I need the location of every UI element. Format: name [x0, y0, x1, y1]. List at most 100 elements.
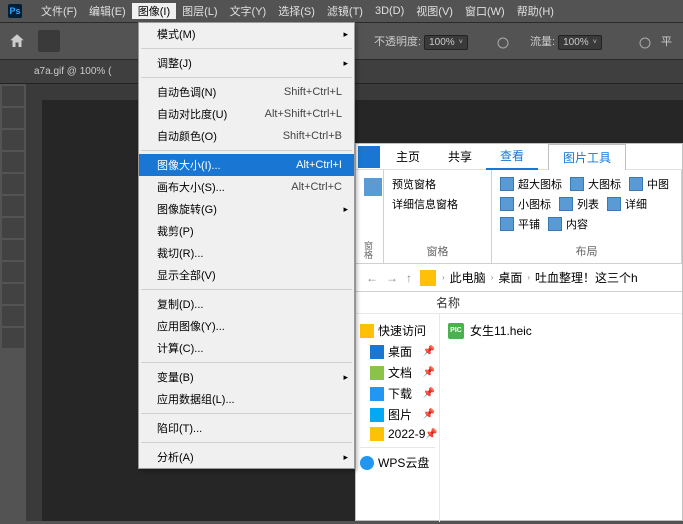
menu-adjustments[interactable]: 调整(J)	[139, 52, 354, 74]
menu-edit[interactable]: 编辑(E)	[83, 3, 132, 19]
pin-icon: 📌	[425, 429, 437, 440]
pane-group-label2: 窗格	[392, 243, 483, 259]
crumb-folder[interactable]: 吐血整理！这三个h	[532, 269, 641, 286]
nav-pane-icon[interactable]	[364, 178, 382, 196]
preview-pane-toggle[interactable]: 预览窗格	[392, 176, 483, 192]
view-list[interactable]: 列表	[559, 196, 599, 212]
tab-share[interactable]: 共享	[434, 144, 486, 169]
ribbon: 窗格 预览窗格 详细信息窗格 窗格 超大图标 大图标 中图 小图标 列表 详细 …	[356, 170, 682, 264]
tool-eraser[interactable]	[2, 306, 24, 326]
sidebar-wps[interactable]: WPS云盘	[360, 452, 435, 473]
menu-autocolor[interactable]: 自动颜色(O)Shift+Ctrl+B	[139, 125, 354, 147]
tool-gradient[interactable]	[2, 328, 24, 348]
menu-analysis[interactable]: 分析(A)	[139, 446, 354, 468]
file-list[interactable]: PIC 女生11.heic	[439, 314, 682, 522]
nav-back-icon[interactable]: ←	[362, 271, 382, 285]
tool-move[interactable]	[2, 86, 24, 106]
explorer-sidebar: 快速访问 桌面📌 文档📌 下载📌 图片📌 2022-9📌 WPS云盘	[356, 314, 439, 522]
menu-calculations[interactable]: 计算(C)...	[139, 337, 354, 359]
tab-view[interactable]: 查看	[486, 143, 538, 170]
tool-heal[interactable]	[2, 218, 24, 238]
folder-icon	[420, 270, 436, 286]
pane-group-label: 窗格	[364, 241, 375, 259]
menu-type[interactable]: 文字(Y)	[224, 3, 273, 19]
image-menu-dropdown: 模式(M) 调整(J) 自动色调(N)Shift+Ctrl+L 自动对比度(U)…	[138, 22, 355, 469]
tool-marquee[interactable]	[2, 108, 24, 128]
nav-up-icon[interactable]: ↑	[402, 271, 416, 285]
menu-autotone[interactable]: 自动色调(N)Shift+Ctrl+L	[139, 81, 354, 103]
crumb-desktop[interactable]: 桌面	[495, 269, 525, 286]
menu-file[interactable]: 文件(F)	[35, 3, 83, 19]
smoothing-label: 平	[661, 33, 672, 49]
explorer-app-icon[interactable]	[358, 146, 380, 168]
tool-wand[interactable]	[2, 152, 24, 172]
menu-window[interactable]: 窗口(W)	[459, 3, 511, 19]
toolbar	[0, 84, 26, 524]
view-m-icons[interactable]: 中图	[629, 176, 669, 192]
heic-file-icon: PIC	[448, 323, 464, 339]
menu-canvassize[interactable]: 画布大小(S)...Alt+Ctrl+C	[139, 176, 354, 198]
menu-rotation[interactable]: 图像旋转(G)	[139, 198, 354, 220]
file-explorer: 主页 共享 查看 图片工具 窗格 预览窗格 详细信息窗格 窗格 超大图标 大图标…	[355, 143, 683, 521]
menu-3d[interactable]: 3D(D)	[369, 5, 410, 17]
menu-trim[interactable]: 裁切(R)...	[139, 242, 354, 264]
menu-duplicate[interactable]: 复制(D)...	[139, 293, 354, 315]
pin-icon: 📌	[423, 409, 435, 420]
tool-crop[interactable]	[2, 174, 24, 194]
tab-picture-tools[interactable]: 图片工具	[548, 144, 626, 170]
tab-home[interactable]: 主页	[382, 144, 434, 169]
pin-icon: 📌	[423, 367, 435, 378]
menubar: 文件(F) 编辑(E) 图像(I) 图层(L) 文字(Y) 选择(S) 滤镜(T…	[0, 0, 683, 22]
tool-lasso[interactable]	[2, 130, 24, 150]
column-header[interactable]: 名称	[356, 292, 682, 314]
sidebar-desktop[interactable]: 桌面📌	[360, 341, 435, 362]
pin-icon: 📌	[423, 388, 435, 399]
sidebar-downloads[interactable]: 下载📌	[360, 383, 435, 404]
menu-filter[interactable]: 滤镜(T)	[321, 3, 369, 19]
details-pane-toggle[interactable]: 详细信息窗格	[392, 196, 483, 212]
tool-brush[interactable]	[2, 240, 24, 260]
airbrush-icon[interactable]	[637, 35, 653, 51]
pressure-opacity-icon[interactable]	[495, 35, 511, 51]
view-tiles[interactable]: 平铺	[500, 216, 540, 232]
nav-fwd-icon[interactable]: →	[382, 271, 402, 285]
home-icon[interactable]	[8, 32, 26, 50]
menu-view[interactable]: 视图(V)	[410, 3, 459, 19]
menu-imagesize[interactable]: 图像大小(I)...Alt+Ctrl+I	[139, 154, 354, 176]
menu-revealall[interactable]: 显示全部(V)	[139, 264, 354, 286]
tool-eyedropper[interactable]	[2, 196, 24, 216]
file-item[interactable]: PIC 女生11.heic	[446, 320, 676, 341]
sidebar-quick-access[interactable]: 快速访问	[360, 320, 435, 341]
ruler-vertical	[26, 100, 42, 521]
file-name: 女生11.heic	[470, 322, 532, 339]
opacity-label: 不透明度:	[374, 36, 421, 48]
pin-icon: 📌	[423, 346, 435, 357]
menu-select[interactable]: 选择(S)	[272, 3, 321, 19]
breadcrumb[interactable]: ← → ↑ › 此电脑› 桌面› 吐血整理！这三个h	[356, 264, 682, 292]
view-l-icons[interactable]: 大图标	[570, 176, 621, 192]
view-s-icons[interactable]: 小图标	[500, 196, 551, 212]
view-xl-icons[interactable]: 超大图标	[500, 176, 562, 192]
view-details[interactable]: 详细	[607, 196, 647, 212]
sidebar-documents[interactable]: 文档📌	[360, 362, 435, 383]
menu-datasets[interactable]: 应用数据组(L)...	[139, 388, 354, 410]
opacity-value[interactable]: 100% ˅	[424, 35, 468, 50]
menu-variables[interactable]: 变量(B)	[139, 366, 354, 388]
menu-layer[interactable]: 图层(L)	[176, 3, 223, 19]
menu-crop[interactable]: 裁剪(P)	[139, 220, 354, 242]
menu-image[interactable]: 图像(I)	[132, 3, 176, 19]
flow-value[interactable]: 100% ˅	[558, 35, 602, 50]
sidebar-folder[interactable]: 2022-9📌	[360, 425, 435, 443]
tool-history[interactable]	[2, 284, 24, 304]
view-content[interactable]: 内容	[548, 216, 588, 232]
sidebar-pictures[interactable]: 图片📌	[360, 404, 435, 425]
menu-mode[interactable]: 模式(M)	[139, 23, 354, 45]
menu-autocontrast[interactable]: 自动对比度(U)Alt+Shift+Ctrl+L	[139, 103, 354, 125]
menu-trap[interactable]: 陷印(T)...	[139, 417, 354, 439]
brush-preset[interactable]	[38, 30, 60, 52]
crumb-pc[interactable]: 此电脑	[447, 269, 489, 286]
tool-stamp[interactable]	[2, 262, 24, 282]
ps-logo: Ps	[8, 4, 22, 18]
menu-help[interactable]: 帮助(H)	[511, 3, 560, 19]
menu-applyimage[interactable]: 应用图像(Y)...	[139, 315, 354, 337]
